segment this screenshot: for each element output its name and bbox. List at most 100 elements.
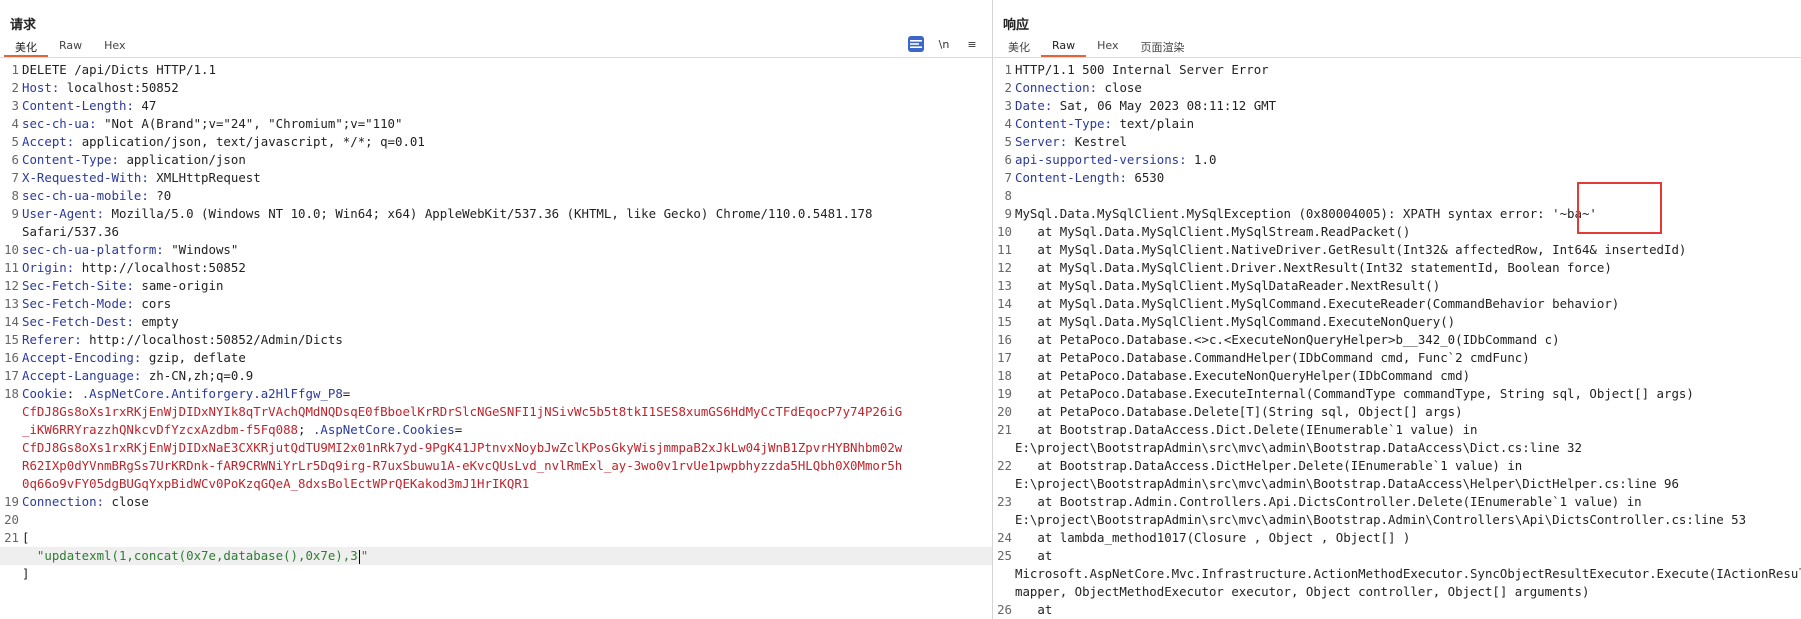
line-number xyxy=(0,475,22,493)
line-number: 11 xyxy=(997,242,1012,257)
header-colon: : xyxy=(1119,170,1127,185)
header-colon: : xyxy=(111,152,119,167)
code-line: 12 at MySql.Data.MySqlClient.Driver.Next… xyxy=(993,259,1801,277)
code-line: 19 Connection: close xyxy=(0,493,992,511)
code-line: 14 at MySql.Data.MySqlClient.MySqlComman… xyxy=(993,295,1801,313)
code-line: 17 at PetaPoco.Database.CommandHelper(ID… xyxy=(993,349,1801,367)
code-line: 17 Accept-Language: zh-CN,zh;q=0.9 xyxy=(0,367,992,385)
code-line: 7 Content-Length: 6530 xyxy=(993,169,1801,187)
line-number: 1 xyxy=(11,62,19,77)
line-text: at Bootstrap.Admin.Controllers.Api.Dicts… xyxy=(1015,493,1801,511)
line-text: Server: Kestrel xyxy=(1015,133,1801,151)
line-text: Referer: http://localhost:50852/Admin/Di… xyxy=(22,331,992,349)
header-key: User-Agent xyxy=(22,206,97,221)
line-content: at xyxy=(1015,602,1053,617)
code-line: 8 sec-ch-ua-mobile: ?0 xyxy=(0,187,992,205)
line-content: at MySql.Data.MySqlClient.MySqlStream.Re… xyxy=(1015,224,1411,239)
header-key: Origin xyxy=(22,260,67,275)
header-value: zh-CN,zh;q=0.9 xyxy=(141,368,254,383)
line-number: 22 xyxy=(997,458,1012,473)
code-line: 16 Accept-Encoding: gzip, deflate xyxy=(0,349,992,367)
line-text: CfDJ8Gs8oXs1rxRKjEnWjDIDxNYIk8qTrVAchQMd… xyxy=(22,403,992,421)
code-line: 8 xyxy=(993,187,1801,205)
line-number: 25 xyxy=(997,548,1012,563)
code-line: CfDJ8Gs8oXs1rxRKjEnWjDIDxNYIk8qTrVAchQMd… xyxy=(0,403,992,421)
line-text: at PetaPoco.Database.Delete[T](String sq… xyxy=(1015,403,1801,421)
code-line: "updatexml(1,concat(0x7e,database(),0x7e… xyxy=(0,547,992,565)
line-text: sec-ch-ua: "Not A(Brand";v="24", "Chromi… xyxy=(22,115,992,133)
line-number: 1 xyxy=(1004,62,1012,77)
header-key: sec-ch-ua-platform xyxy=(22,242,157,257)
request-panel: 请求 美化 Raw Hex \n ≡ 1 DELETE /api/Dicts HTTP… xyxy=(0,0,992,619)
line-text: at xyxy=(1015,601,1801,619)
line-text: Sec-Fetch-Dest: empty xyxy=(22,313,992,331)
line-text: Accept: application/json, text/javascrip… xyxy=(22,133,992,151)
line-content: at MySql.Data.MySqlClient.NativeDriver.G… xyxy=(1015,242,1687,257)
line-text: Microsoft.AspNetCore.Mvc.Infrastructure.… xyxy=(1015,565,1801,583)
response-panel: 响应 美化 Raw Hex 页面渲染 1 HTTP/1.1 500 Internal S… xyxy=(993,0,1801,619)
code-line: 22 at Bootstrap.DataAccess.DictHelper.De… xyxy=(993,457,1801,475)
line-number: 21 xyxy=(997,422,1012,437)
text-caret xyxy=(358,549,360,564)
line-text xyxy=(22,511,992,529)
newline-toggle-button[interactable]: \n xyxy=(936,36,952,52)
header-key: Accept-Language xyxy=(22,368,134,383)
line-content: mapper, ObjectMethodExecutor executor, O… xyxy=(1015,584,1590,599)
line-content: Safari/537.36 xyxy=(22,224,119,239)
code-line: 3 Date: Sat, 06 May 2023 08:11:12 GMT xyxy=(993,97,1801,115)
tab-request-0[interactable]: 美化 xyxy=(4,37,48,57)
header-value: Sat, 06 May 2023 08:11:12 GMT xyxy=(1052,98,1277,113)
header-colon: : xyxy=(74,332,82,347)
code-line: 15 at MySql.Data.MySqlClient.MySqlComman… xyxy=(993,313,1801,331)
code-line: 20 xyxy=(0,511,992,529)
response-viewer[interactable]: 1 HTTP/1.1 500 Internal Server Error 2 Conn… xyxy=(993,61,1801,619)
line-text: _iKW6RRYrazzhQNkcvDfYzcxAzdbm-f5Fq088; .… xyxy=(22,421,992,439)
line-text: at MySql.Data.MySqlClient.Driver.NextRes… xyxy=(1015,259,1801,277)
header-value: XMLHttpRequest xyxy=(148,170,261,185)
header-colon: : xyxy=(1104,116,1112,131)
code-line: 3 Content-Length: 47 xyxy=(0,97,992,115)
pretty-wrap-icon[interactable] xyxy=(908,36,924,52)
tab-response-0[interactable]: 美化 xyxy=(997,37,1041,57)
code-line: 6 api-supported-versions: 1.0 xyxy=(993,151,1801,169)
line-number: 20 xyxy=(4,512,19,527)
header-key: Content-Length xyxy=(22,98,127,113)
line-text: Accept-Language: zh-CN,zh;q=0.9 xyxy=(22,367,992,385)
code-line: 19 at PetaPoco.Database.ExecuteInternal(… xyxy=(993,385,1801,403)
tab-request-2[interactable]: Hex xyxy=(93,37,136,57)
cookie-value: CfDJ8Gs8oXs1rxRKjEnWjDIDxNYIk8qTrVAchQMd… xyxy=(22,404,903,419)
line-content: E:\project\BootstrapAdmin\src\mvc\admin\… xyxy=(1015,512,1747,527)
line-number: 23 xyxy=(997,494,1012,509)
code-line: 24 at lambda_method1017(Closure , Object… xyxy=(993,529,1801,547)
code-line: 0q66o9vFY05dgBUGqYxpBidWCv0PoKzqGQeA_8dx… xyxy=(0,475,992,493)
header-colon: : xyxy=(141,188,149,203)
menu-icon[interactable]: ≡ xyxy=(964,36,980,52)
line-number: 17 xyxy=(4,368,19,383)
code-line: E:\project\BootstrapAdmin\src\mvc\admin\… xyxy=(993,511,1801,529)
header-colon: : xyxy=(156,242,164,257)
code-line: 11 Origin: http://localhost:50852 xyxy=(0,259,992,277)
line-text: "updatexml(1,concat(0x7e,database(),0x7e… xyxy=(22,547,992,565)
code-line: 10 sec-ch-ua-platform: "Windows" xyxy=(0,241,992,259)
line-text: at MySql.Data.MySqlClient.MySqlDataReade… xyxy=(1015,277,1801,295)
code-line: 12 Sec-Fetch-Site: same-origin xyxy=(0,277,992,295)
code-line: 10 at MySql.Data.MySqlClient.MySqlStream… xyxy=(993,223,1801,241)
tab-response-2[interactable]: Hex xyxy=(1086,37,1129,57)
tab-request-1[interactable]: Raw xyxy=(48,37,93,57)
header-value: empty xyxy=(133,314,179,329)
header-colon: : xyxy=(1089,80,1098,95)
header-key: X-Requested-With xyxy=(22,170,142,185)
line-number: 3 xyxy=(11,98,19,113)
tab-response-3[interactable]: 页面渲染 xyxy=(1130,37,1196,57)
line-number: 10 xyxy=(997,224,1012,239)
line-content: at MySql.Data.MySqlClient.Driver.NextRes… xyxy=(1015,260,1612,275)
cookie-equals: = xyxy=(342,386,351,401)
header-key: Accept xyxy=(22,134,67,149)
tab-response-1[interactable]: Raw xyxy=(1041,37,1087,57)
line-number: 6 xyxy=(11,152,19,167)
line-text: sec-ch-ua-mobile: ?0 xyxy=(22,187,992,205)
request-editor[interactable]: 1 DELETE /api/Dicts HTTP/1.1 2 Host: localh… xyxy=(0,61,992,619)
json-string-end: " xyxy=(360,548,369,563)
line-number xyxy=(993,511,1015,529)
line-text: Accept-Encoding: gzip, deflate xyxy=(22,349,992,367)
